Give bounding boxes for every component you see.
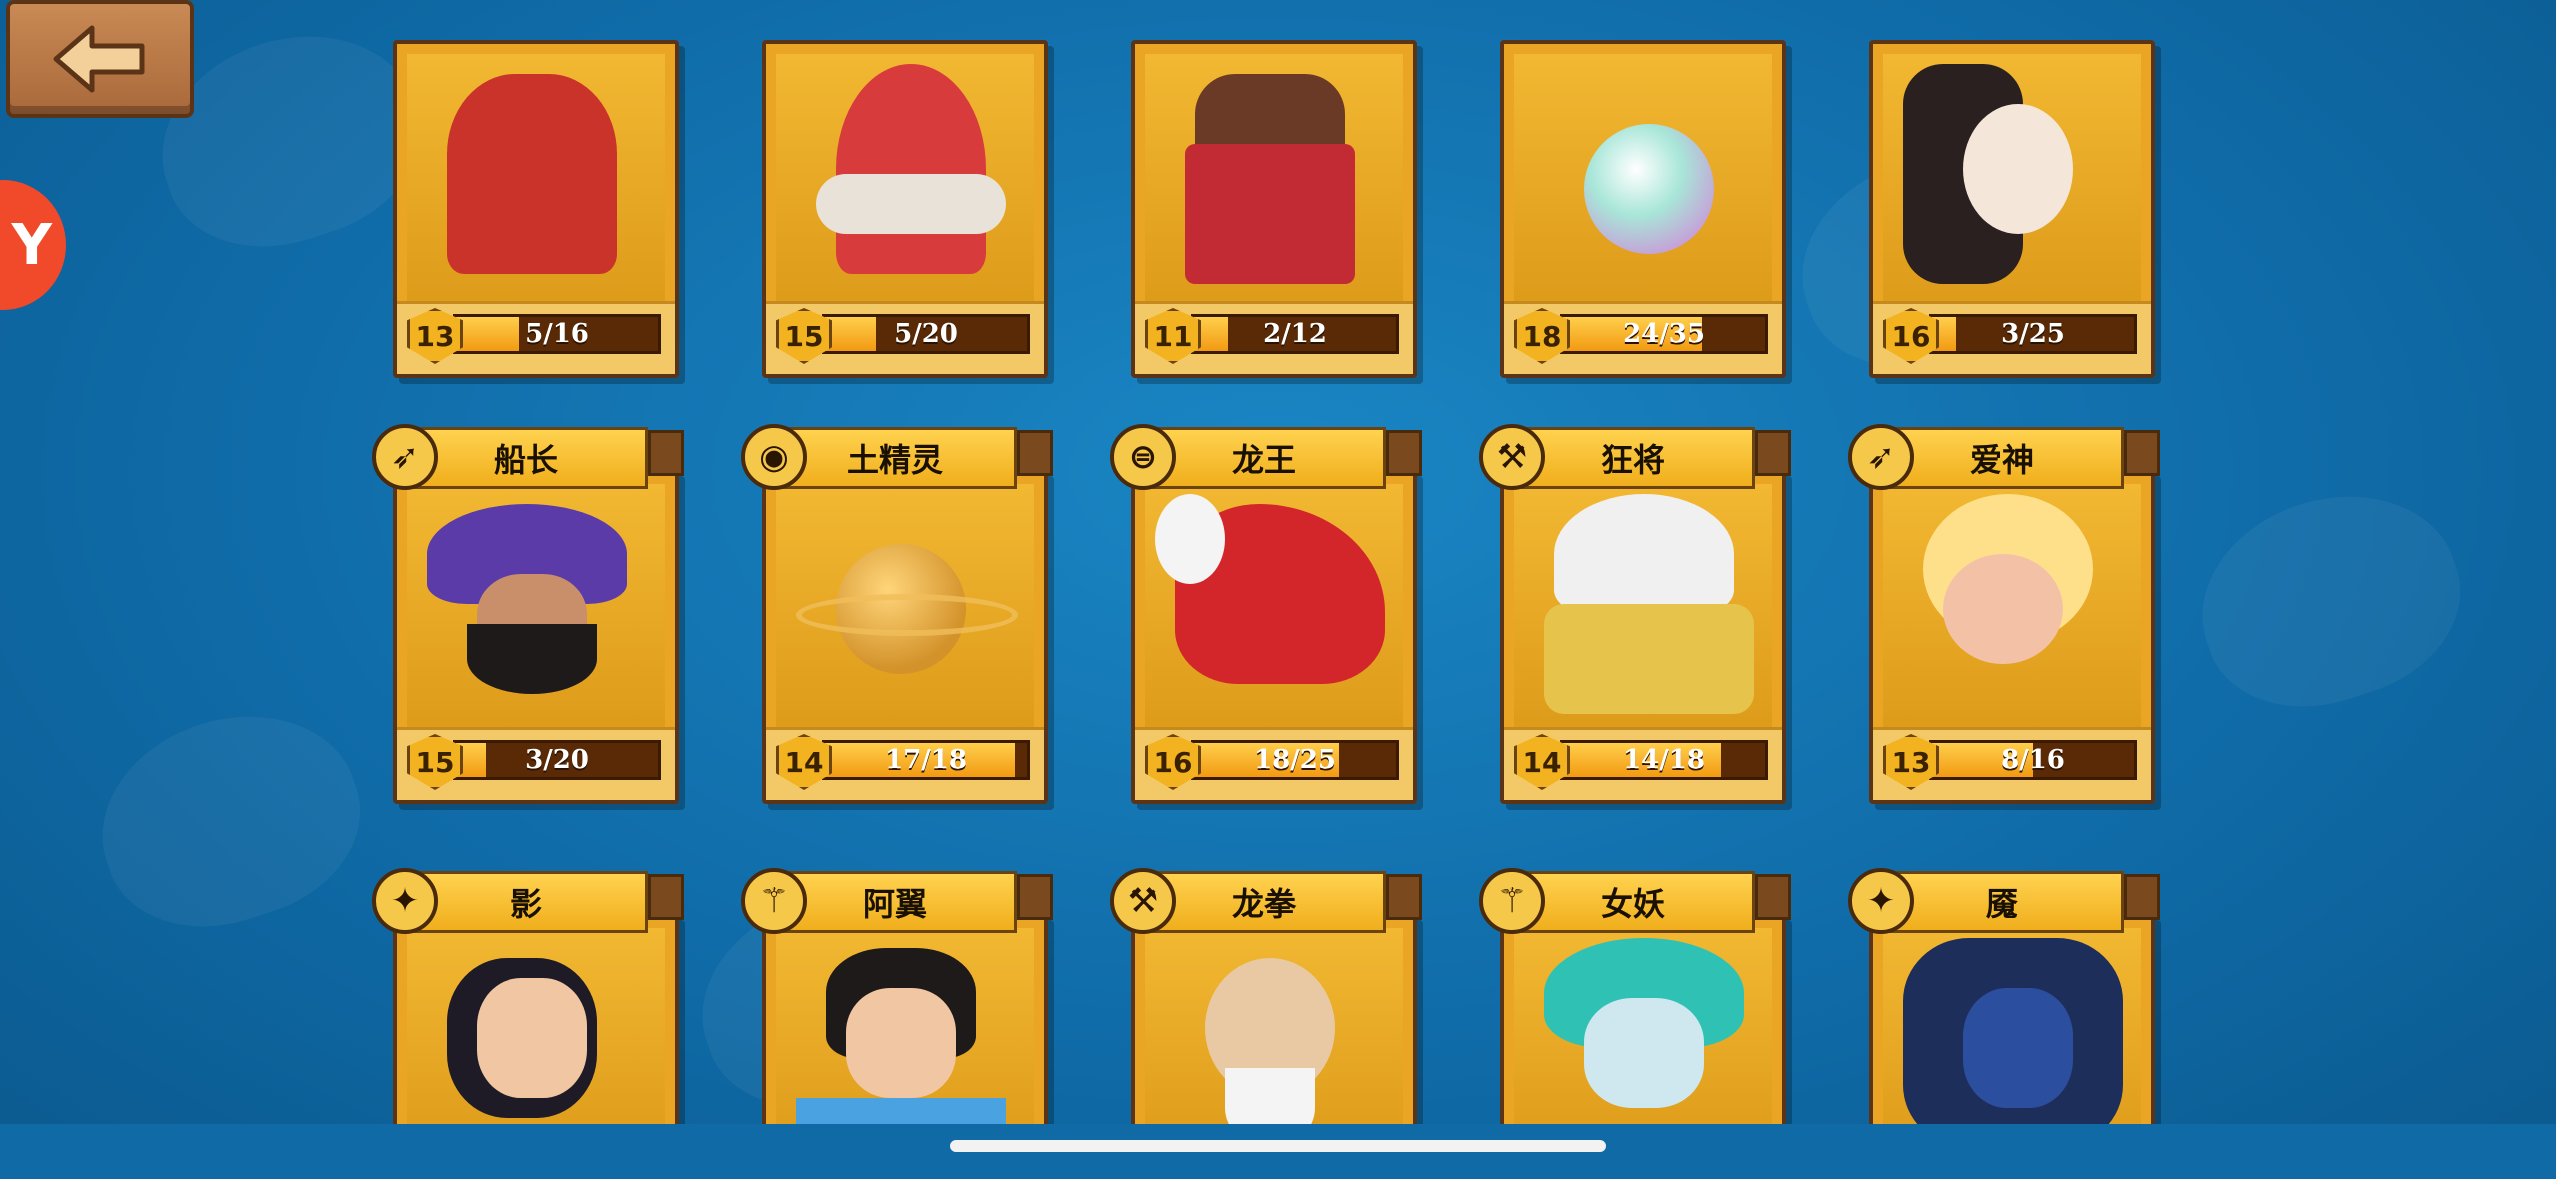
banner-tail: [1755, 874, 1791, 920]
shard-progress-bar: 8/16: [1929, 740, 2137, 780]
shard-progress-text: 5/16: [525, 319, 589, 349]
staff-icon: ⚚: [741, 868, 807, 934]
hero-card-footer: 18 24/35: [1504, 301, 1782, 374]
hero-card[interactable]: [762, 914, 1048, 1154]
hero-name-banner: 爱神: [1880, 427, 2124, 489]
hero-name-banner: 龙拳: [1142, 871, 1386, 933]
shard-progress-text: 3/20: [525, 745, 589, 775]
hero-portrait: [407, 54, 665, 304]
hero-card-footer: 15 5/20: [766, 301, 1044, 374]
shuriken-icon: ✦: [372, 868, 438, 934]
hero-card-footer: 14 14/18: [1504, 727, 1782, 800]
hero-portrait: [1145, 484, 1403, 730]
side-event-badge[interactable]: Y: [0, 180, 66, 310]
back-arrow-icon: [53, 25, 145, 93]
shard-progress-text: 14/18: [1623, 745, 1705, 775]
hero-portrait: [1883, 54, 2141, 304]
shard-progress-text: 3/25: [2001, 319, 2065, 349]
hero-card[interactable]: [1500, 914, 1786, 1154]
hero-portrait: [1883, 484, 2141, 730]
banner-tail: [1017, 430, 1053, 476]
banner-tail: [648, 430, 684, 476]
hero-portrait: [1514, 484, 1772, 730]
hero-card[interactable]: 18 24/35: [1500, 40, 1786, 378]
hero-name-banner: 阿翼: [773, 871, 1017, 933]
hero-name-banner: 狂将: [1511, 427, 1755, 489]
hero-card[interactable]: [1869, 914, 2155, 1154]
shard-progress-bar: 5/20: [822, 314, 1030, 354]
hero-card[interactable]: 13 5/16: [393, 40, 679, 378]
hero-card[interactable]: 15 5/20: [762, 40, 1048, 378]
shard-progress-text: 8/16: [2001, 745, 2065, 775]
banner-tail: [1386, 874, 1422, 920]
hero-card-footer: 14 17/18: [766, 727, 1044, 800]
banner-tail: [1755, 430, 1791, 476]
bow-icon: ➶: [1848, 424, 1914, 490]
shard-progress-bar: 18/25: [1191, 740, 1399, 780]
hero-card-footer: 11 2/12: [1135, 301, 1413, 374]
bow-icon: ➶: [372, 424, 438, 490]
background-mask-pattern: [75, 684, 385, 956]
hero-card[interactable]: 15 3/20: [393, 470, 679, 804]
axe-icon: ⚒: [1110, 868, 1176, 934]
hero-name-banner: 女妖: [1511, 871, 1755, 933]
staff-icon: ⚚: [1479, 868, 1545, 934]
shard-progress-bar: 17/18: [822, 740, 1030, 780]
hero-card[interactable]: [393, 914, 679, 1154]
banner-tail: [648, 874, 684, 920]
hero-portrait: [1883, 928, 2141, 1154]
shard-progress-bar: 14/18: [1560, 740, 1768, 780]
banner-tail: [1017, 874, 1053, 920]
background-mask-pattern: [2175, 464, 2485, 736]
banner-tail: [2124, 430, 2160, 476]
hero-card[interactable]: 14 17/18: [762, 470, 1048, 804]
hero-name-banner: 船长: [404, 427, 648, 489]
hero-card-footer: 13 5/16: [397, 301, 675, 374]
hero-name-banner: 魇: [1880, 871, 2124, 933]
shuriken-icon: ✦: [1848, 868, 1914, 934]
hero-portrait: [1514, 928, 1772, 1154]
shard-progress-text: 17/18: [885, 745, 967, 775]
hero-portrait: [776, 928, 1034, 1154]
hero-portrait: [407, 484, 665, 730]
banner-tail: [2124, 874, 2160, 920]
shard-progress-bar: 3/20: [453, 740, 661, 780]
hero-card[interactable]: 11 2/12: [1131, 40, 1417, 378]
banner-tail: [1386, 430, 1422, 476]
hero-card-footer: 16 3/25: [1873, 301, 2151, 374]
axe-icon: ⚒: [1479, 424, 1545, 490]
hero-portrait: [1145, 54, 1403, 304]
hero-card[interactable]: [1131, 914, 1417, 1154]
hero-card-footer: 13 8/16: [1873, 727, 2151, 800]
ring-icon: ⊜: [1110, 424, 1176, 490]
hero-card[interactable]: 13 8/16: [1869, 470, 2155, 804]
hero-card-footer: 16 18/25: [1135, 727, 1413, 800]
hero-portrait: [776, 484, 1034, 730]
side-badge-label: Y: [11, 212, 52, 278]
hero-portrait: [407, 928, 665, 1154]
back-button[interactable]: [6, 0, 194, 118]
shard-progress-text: 18/25: [1254, 745, 1336, 775]
shard-progress-bar: 5/16: [453, 314, 661, 354]
hero-card-footer: 15 3/20: [397, 727, 675, 800]
hero-card[interactable]: 16 3/25: [1869, 40, 2155, 378]
hero-portrait: [1145, 928, 1403, 1154]
hero-name-banner: 影: [404, 871, 648, 933]
orb-icon: ◉: [741, 424, 807, 490]
hero-card[interactable]: 16 18/25: [1131, 470, 1417, 804]
hero-portrait: [1514, 54, 1772, 304]
hero-card[interactable]: 14 14/18: [1500, 470, 1786, 804]
hero-name-banner: 土精灵: [773, 427, 1017, 489]
shard-progress-text: 24/35: [1623, 319, 1705, 349]
shard-progress-bar: 3/25: [1929, 314, 2137, 354]
hero-portrait: [776, 54, 1034, 304]
shard-progress-text: 5/20: [894, 319, 958, 349]
shard-progress-bar: 24/35: [1560, 314, 1768, 354]
home-indicator[interactable]: [950, 1140, 1606, 1152]
shard-progress-text: 2/12: [1263, 319, 1327, 349]
shard-progress-bar: 2/12: [1191, 314, 1399, 354]
hero-name-banner: 龙王: [1142, 427, 1386, 489]
